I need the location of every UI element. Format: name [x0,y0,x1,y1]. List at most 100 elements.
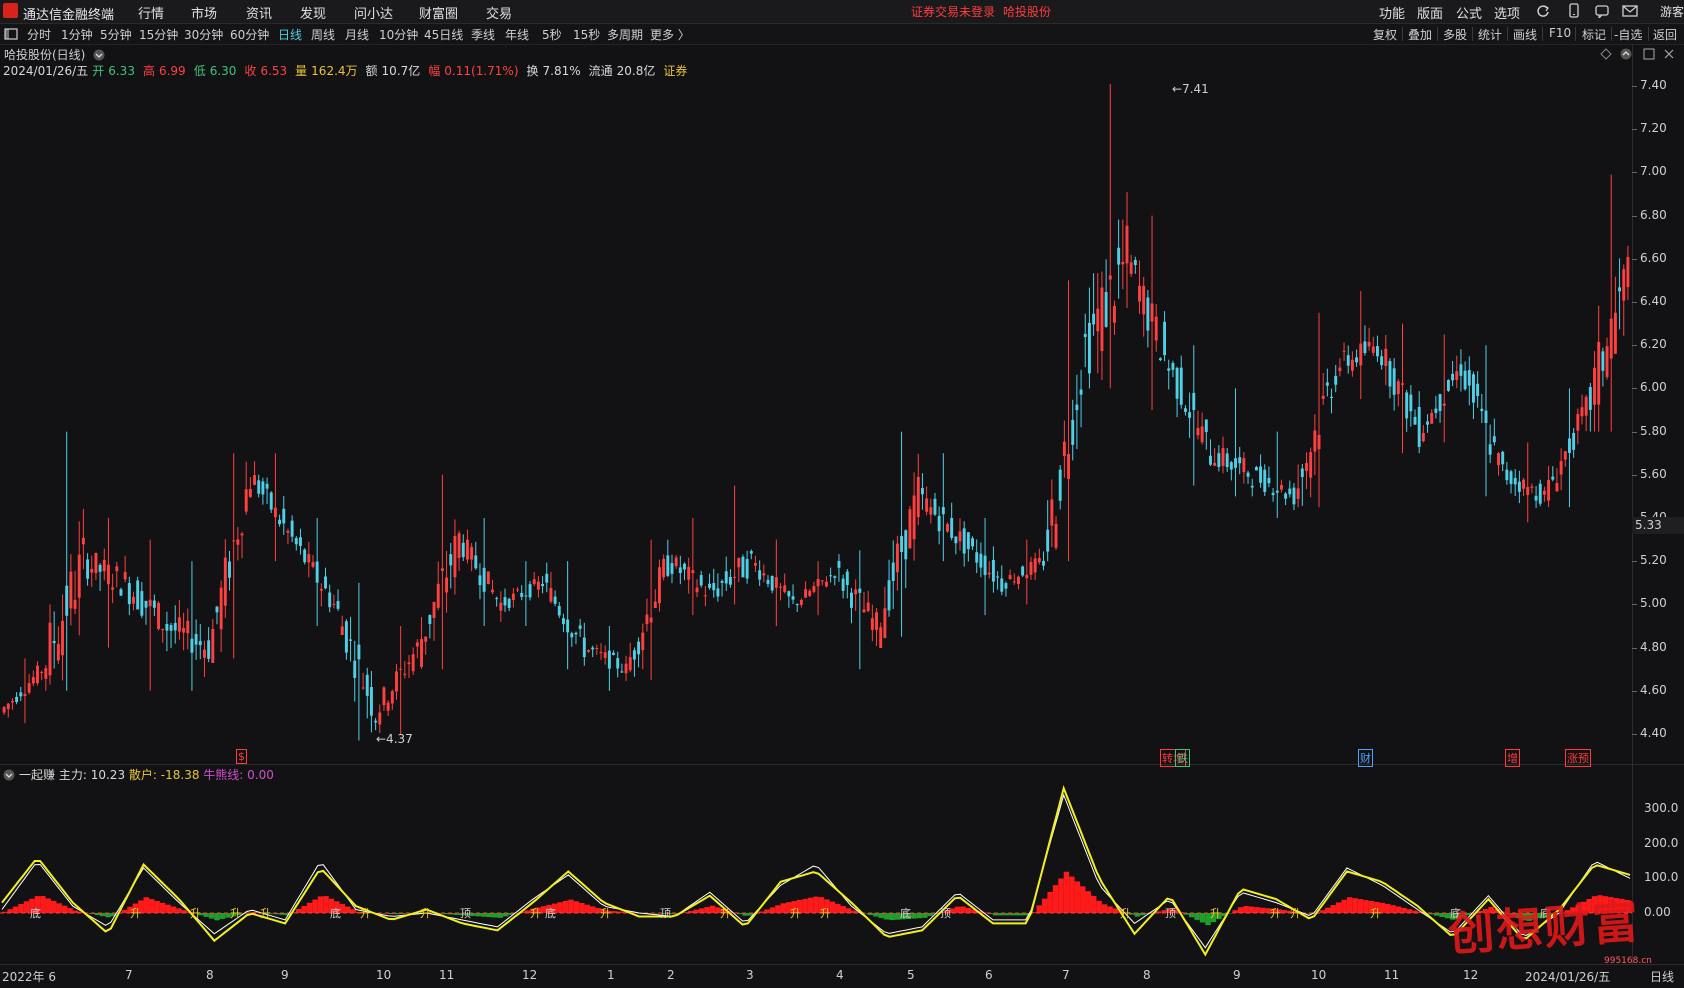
period-30min[interactable]: 30分钟 [184,26,223,43]
event-marker-increase[interactable]: 增 [1505,749,1520,767]
period-10min[interactable]: 10分钟 [379,26,418,43]
candle-body [219,587,223,630]
tool-multi-stock[interactable]: 多股 [1443,26,1467,43]
menu-item-discover[interactable]: 发现 [300,3,326,22]
period-1min[interactable]: 1分钟 [61,26,93,43]
indicator-histogram-bar [203,913,209,917]
candle-body [962,528,966,554]
menu-bar: 通达信金融终端 行情 市场 资讯 发现 问小达 财富圈 交易 证券交易未登录 哈… [0,0,1684,24]
menu-item-options[interactable]: 选项 [1494,3,1520,22]
indicator-histogram-bar [12,906,19,913]
menu-item-market-quotes[interactable]: 行情 [138,3,164,22]
diamond-icon[interactable] [1600,48,1612,60]
tool-remove-watchlist[interactable]: -自选 [1614,26,1642,43]
candlestick-chart[interactable]: ←7.41 ←4.37 [0,76,1632,762]
phone-icon[interactable] [1568,3,1580,19]
candle-body [1626,257,1630,288]
separator [1542,27,1543,41]
main-force-line [1,793,1631,949]
event-marker-finance[interactable]: 财 [1358,749,1373,767]
indicator-histogram-bar [1352,898,1358,913]
candle-body [90,568,94,573]
period-45day[interactable]: 45日线 [424,26,463,43]
menu-item-news[interactable]: 资讯 [246,3,272,22]
event-marker-rail[interactable]: 铁 [1175,749,1190,767]
mail-icon[interactable] [1622,4,1638,18]
period-5sec[interactable]: 5秒 [542,26,562,43]
menu-item-function[interactable]: 功能 [1379,3,1405,22]
indicator-name[interactable]: 一起赚 [19,768,55,782]
refresh-icon[interactable] [1536,4,1550,18]
menu-item-wealth-circle[interactable]: 财富圈 [419,3,458,22]
candle-body [111,587,115,590]
period-more[interactable]: 更多 〉 [650,26,690,43]
period-yearly[interactable]: 年线 [505,26,529,43]
chevron-down-icon[interactable] [3,769,15,781]
candle-body [1113,306,1116,323]
menu-item-ask[interactable]: 问小达 [354,3,393,22]
period-quarterly[interactable]: 季线 [471,26,495,43]
tool-f10[interactable]: F10 [1549,26,1571,40]
chat-icon[interactable] [1595,4,1609,18]
candle-body [1021,566,1025,576]
candle-body [678,567,682,574]
candle-body [136,580,140,610]
tool-statistics[interactable]: 统计 [1478,26,1502,43]
indicator-histogram-bar [873,913,879,917]
period-weekly[interactable]: 周线 [311,26,335,43]
period-60min[interactable]: 60分钟 [230,26,269,43]
candle-body [1593,367,1596,405]
candle-body [1263,469,1267,493]
event-marker-dividend[interactable]: $ [236,749,247,764]
signal-label: 顶 [940,907,951,920]
tool-mark[interactable]: 标记 [1582,26,1606,43]
candle-body [1446,379,1450,391]
price-axis-label: 5.60 [1640,466,1667,481]
period-15min[interactable]: 15分钟 [139,26,178,43]
collapse-icon[interactable] [1620,48,1632,60]
price-axis-label: 7.40 [1640,78,1667,92]
price-axis-tick [1632,86,1637,87]
indicator-histogram-bar [51,900,57,913]
user-label[interactable]: 游客 [1660,3,1684,20]
window-icon[interactable] [1642,47,1656,61]
menu-item-trade[interactable]: 交易 [486,3,512,22]
login-status[interactable]: 证券交易未登录 [911,3,995,20]
price-axis-label: 6.80 [1640,207,1667,222]
menu-item-market[interactable]: 市场 [191,3,217,22]
candle-body [804,589,808,598]
tool-overlay[interactable]: 叠加 [1408,26,1432,43]
panel-toggle-icon[interactable] [4,27,18,41]
indicator-histogram-bar [345,906,351,913]
indicator-chart[interactable]: 底升升升升底升升顶升底升顶升升升底顶升顶升升升升底底 [0,782,1632,962]
period-monthly[interactable]: 月线 [345,26,369,43]
tool-back[interactable]: 返回 [1653,26,1677,43]
candle-body [223,557,227,606]
menu-item-formula[interactable]: 公式 [1456,3,1482,22]
candle-body [470,546,474,560]
indicator-histogram-bar [1248,906,1255,913]
date-axis-label: 8 [1143,968,1151,982]
separator [1507,27,1508,41]
period-intraday[interactable]: 分时 [27,26,51,43]
date-axis-label: 9 [1233,968,1241,982]
chevron-down-icon[interactable] [93,49,105,61]
menu-item-layout[interactable]: 版面 [1417,3,1443,22]
tool-adjust[interactable]: 复权 [1373,26,1397,43]
candle-body [273,507,277,518]
indicator-histogram-bar [693,909,699,913]
period-multi[interactable]: 多周期 [607,26,643,43]
event-marker-forecast[interactable]: 涨预 [1565,749,1591,767]
period-15sec[interactable]: 15秒 [573,26,600,43]
candle-body [61,620,64,656]
indicator-histogram-bar [579,903,585,913]
period-5min[interactable]: 5分钟 [100,26,132,43]
tool-draw-line[interactable]: 画线 [1513,26,1537,43]
candle-body [1050,499,1054,526]
candle-body [436,583,440,608]
indicator-histogram-bar [1090,896,1097,913]
candle-body [858,588,862,593]
candle-body [774,577,778,588]
close-icon[interactable] [1662,47,1676,61]
period-daily[interactable]: 日线 [278,26,302,43]
